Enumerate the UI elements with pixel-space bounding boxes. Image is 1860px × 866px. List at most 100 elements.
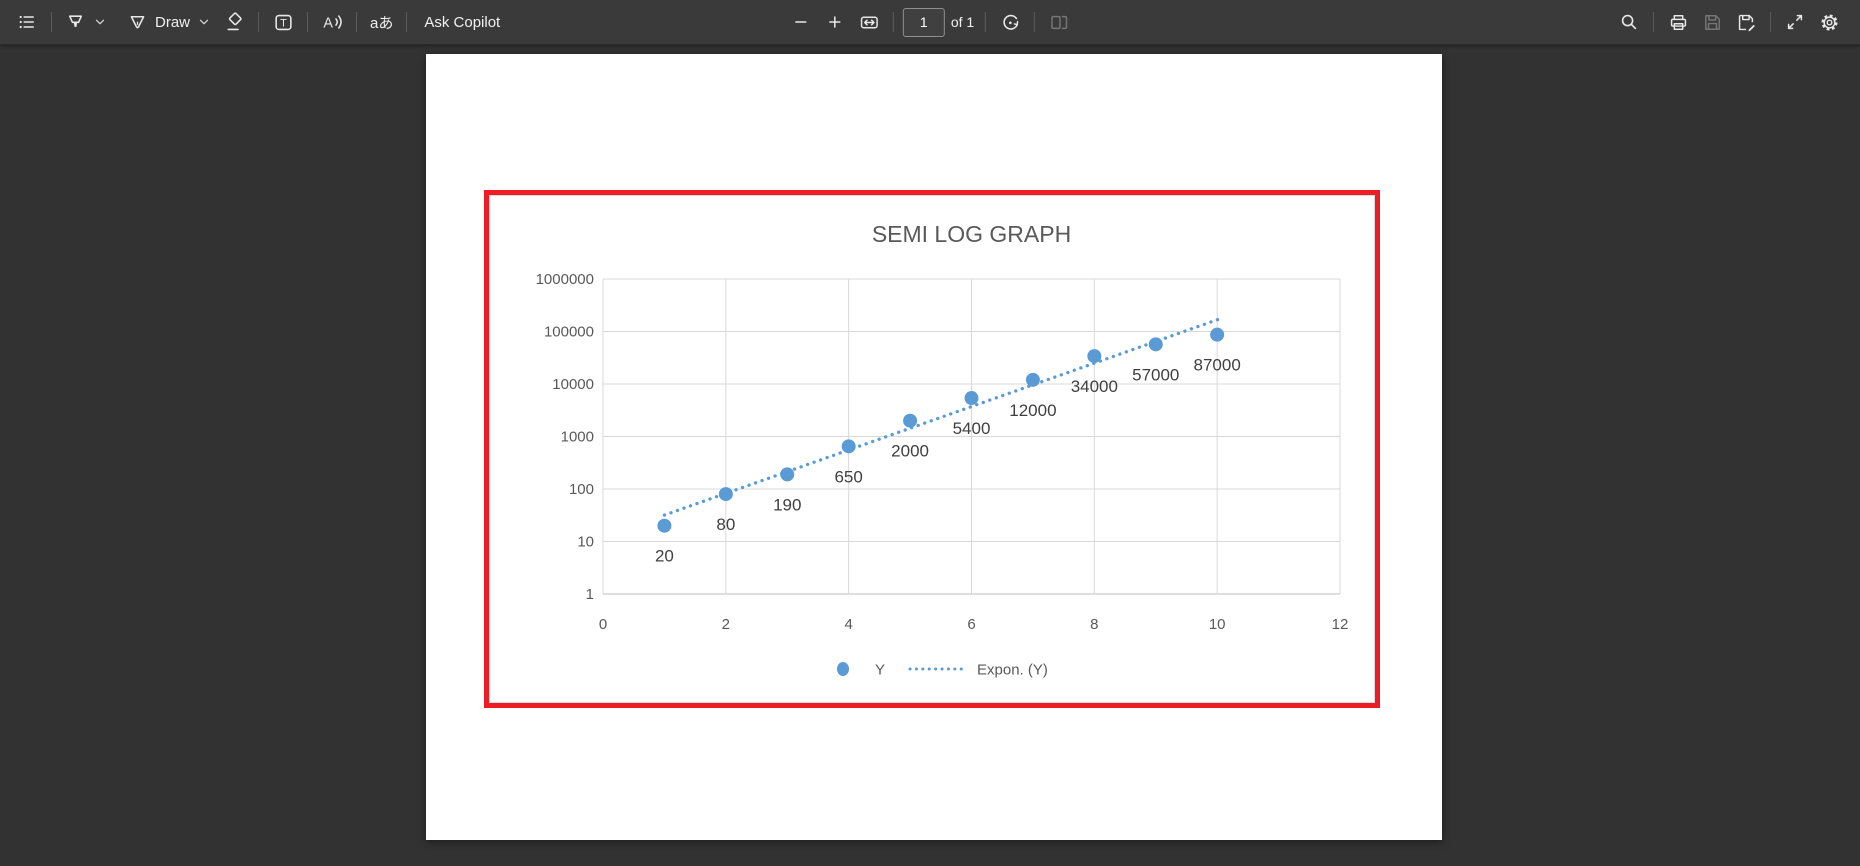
page-number-input[interactable] [902, 7, 945, 37]
fullscreen-button[interactable] [1780, 7, 1810, 37]
gear-icon [1819, 12, 1840, 33]
separator [1770, 12, 1771, 32]
y-axis-tick-label: 1000000 [536, 271, 594, 288]
highlighter-button[interactable] [61, 7, 111, 37]
table-of-contents-button[interactable] [12, 7, 42, 37]
add-text-button[interactable]: T [268, 7, 298, 37]
pdf-page: SEMI LOG GRAPH 1 10 100 1000 10000 100000 10000… [426, 54, 1442, 840]
document-canvas: SEMI LOG GRAPH 1 10 100 1000 10000 100000 10000… [0, 45, 1860, 866]
chart-title: SEMI LOG GRAPH [872, 221, 1071, 247]
x-axis-tick-label: 2 [722, 616, 730, 633]
minus-icon [792, 13, 810, 31]
separator [307, 12, 309, 32]
data-point-marker [657, 518, 672, 533]
x-axis-tick-label: 0 [599, 616, 607, 633]
draw-button-label: Draw [155, 13, 191, 31]
save-as-icon [1736, 12, 1757, 33]
data-point-label: 20 [655, 547, 674, 566]
search-button[interactable] [1614, 7, 1644, 37]
y-axis-tick-label: 100 [569, 481, 594, 498]
data-point-label: 190 [773, 495, 801, 514]
separator [356, 12, 358, 32]
data-point-marker [1148, 337, 1163, 352]
expand-icon [1785, 12, 1805, 32]
printer-icon [1668, 12, 1689, 33]
translate-button[interactable]: aあ [366, 7, 397, 37]
page-count-label: of 1 [950, 14, 975, 30]
pdf-toolbar: Draw T A aあ Ask Copilot 1 of 1 [0, 0, 1860, 45]
eraser-icon [224, 11, 245, 33]
y-axis-tick-label: 10 [577, 534, 594, 551]
eraser-button[interactable] [219, 7, 249, 37]
legend-marker-y [837, 662, 849, 676]
chart-frame [489, 195, 1375, 703]
data-point-marker [780, 467, 795, 482]
x-axis-tick-label: 6 [967, 616, 975, 633]
data-point-marker [841, 439, 856, 454]
semi-log-chart: SEMI LOG GRAPH11010010001000010000010000… [489, 195, 1375, 703]
ask-copilot-button[interactable]: Ask Copilot [416, 7, 508, 37]
zoom-out-button[interactable] [786, 7, 816, 37]
read-aloud-button[interactable]: A [317, 7, 347, 37]
data-point-label: 87000 [1194, 356, 1241, 375]
toolbar-center-group: of 1 [784, 0, 1076, 44]
data-point-marker [903, 413, 918, 428]
fit-to-width-button[interactable] [854, 7, 884, 37]
separator [258, 12, 260, 32]
data-point-label: 650 [834, 467, 862, 486]
rotate-icon [1000, 12, 1021, 33]
x-axis-tick-label: 8 [1090, 616, 1098, 633]
chart-red-annotation-box: SEMI LOG GRAPH 1 10 100 1000 10000 100000 10000… [484, 190, 1380, 708]
save-button[interactable] [1697, 7, 1727, 37]
plus-icon [826, 13, 844, 31]
x-axis-tick-label: 12 [1332, 616, 1349, 633]
separator [985, 12, 987, 32]
data-point-marker [1025, 372, 1040, 387]
data-point-label: 57000 [1132, 365, 1179, 384]
read-aloud-glyph: A [323, 15, 333, 31]
translate-icon: aあ [370, 14, 394, 32]
separator [406, 12, 408, 32]
data-point-label: 12000 [1009, 401, 1056, 420]
page-view-button[interactable] [1044, 7, 1074, 37]
read-aloud-icon: A [321, 11, 343, 33]
draw-button[interactable]: Draw [123, 7, 215, 37]
table-of-contents-icon [17, 12, 37, 32]
y-axis-tick-label: 100000 [544, 324, 594, 341]
x-axis-tick-label: 10 [1209, 616, 1226, 633]
search-icon [1619, 12, 1639, 32]
chevron-down-icon [197, 15, 211, 29]
y-axis-tick-label: 10000 [552, 376, 594, 393]
save-icon [1702, 12, 1723, 33]
save-as-button[interactable] [1731, 7, 1761, 37]
highlighter-icon [65, 12, 86, 33]
text-box-icon: T [273, 12, 294, 33]
page-view-icon [1049, 12, 1070, 33]
legend-label-y: Y [875, 662, 885, 679]
y-axis-tick-label: 1000 [561, 429, 594, 446]
data-point-label: 34000 [1071, 377, 1118, 396]
y-axis-tick-label: 1 [586, 586, 594, 603]
textbox-glyph: T [280, 17, 287, 29]
x-axis-tick-label: 4 [844, 616, 852, 633]
ask-copilot-label: Ask Copilot [424, 13, 501, 31]
separator [51, 12, 52, 32]
data-point-label: 2000 [891, 442, 929, 461]
data-point-marker [718, 487, 733, 502]
zoom-in-button[interactable] [820, 7, 850, 37]
rotate-button[interactable] [995, 7, 1025, 37]
data-point-marker [1087, 349, 1102, 364]
toolbar-right-group [1612, 0, 1860, 44]
draw-pen-icon [127, 12, 148, 33]
toolbar-left-group: Draw T A aあ Ask Copilot [0, 0, 510, 44]
separator [1653, 12, 1654, 32]
data-point-label: 80 [716, 515, 735, 534]
settings-button[interactable] [1814, 7, 1844, 37]
data-point-marker [964, 391, 979, 406]
print-button[interactable] [1663, 7, 1693, 37]
data-point-label: 5400 [953, 419, 991, 438]
legend-label-expon: Expon. (Y) [977, 662, 1048, 679]
chevron-down-icon [93, 15, 107, 29]
fit-width-icon [858, 12, 879, 33]
data-point-marker [1210, 327, 1225, 342]
